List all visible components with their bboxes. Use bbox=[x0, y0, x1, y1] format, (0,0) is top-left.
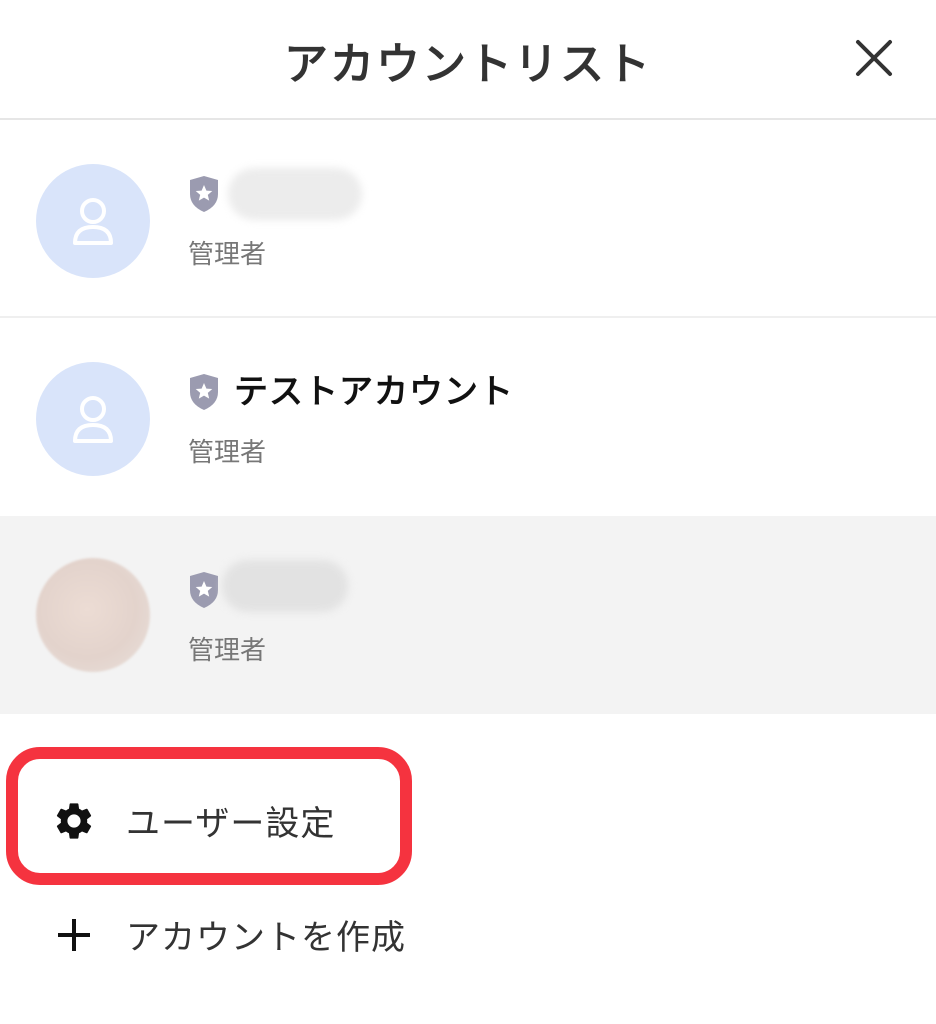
admin-shield-icon bbox=[190, 176, 218, 212]
redacted-name bbox=[228, 168, 362, 220]
account-role: 管理者 bbox=[188, 240, 267, 270]
account-row[interactable]: テストアカウント 管理者 bbox=[0, 320, 936, 516]
user-settings-button[interactable]: ユーザー設定 bbox=[52, 796, 335, 845]
close-button[interactable] bbox=[852, 36, 896, 80]
plus-icon bbox=[58, 918, 90, 951]
person-icon bbox=[73, 396, 113, 443]
account-role: 管理者 bbox=[188, 636, 267, 666]
avatar bbox=[36, 558, 150, 672]
page-title: アカウントリスト bbox=[284, 39, 652, 90]
gear-icon bbox=[56, 802, 92, 839]
admin-shield-icon bbox=[190, 374, 218, 410]
create-account-label: アカウントを作成 bbox=[126, 918, 406, 958]
close-icon[interactable] bbox=[852, 36, 896, 80]
admin-shield-icon bbox=[190, 572, 218, 608]
account-role: 管理者 bbox=[188, 438, 267, 468]
account-row[interactable]: 管理者 bbox=[0, 122, 936, 318]
avatar bbox=[36, 164, 150, 278]
account-name: テストアカウント bbox=[234, 372, 514, 412]
avatar bbox=[36, 362, 150, 476]
account-row-selected[interactable]: 管理者 bbox=[0, 516, 936, 714]
person-icon bbox=[73, 198, 113, 245]
user-settings-label: ユーザー設定 bbox=[126, 804, 336, 844]
create-account-button[interactable]: アカウントを作成 bbox=[52, 910, 406, 959]
header: アカウントリスト bbox=[0, 0, 936, 120]
redacted-name bbox=[222, 560, 348, 612]
